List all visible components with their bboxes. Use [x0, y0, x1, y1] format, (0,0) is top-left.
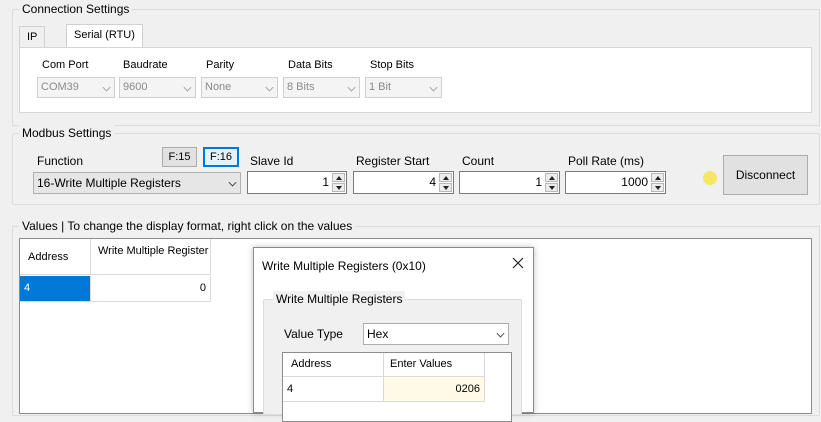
increment-arrow-icon[interactable] [332, 173, 345, 182]
tab-ip-label: IP [27, 31, 38, 43]
column-header-write-multiple-register[interactable]: Write Multiple Register [91, 239, 211, 275]
disconnect-button-label: Disconnect [735, 168, 796, 182]
value-type-label: Value Type [284, 327, 343, 341]
parity-select[interactable]: None [201, 77, 278, 98]
chevron-down-icon [265, 83, 274, 92]
slave-id-stepper[interactable]: 1 [247, 171, 347, 194]
modbus-settings-group: Modbus Settings [12, 125, 820, 205]
count-label: Count [462, 154, 495, 168]
com-port-value: COM39 [41, 81, 79, 93]
register-start-value: 4 [429, 175, 436, 189]
value-type-select[interactable]: Hex [363, 323, 509, 345]
column-header-address[interactable]: Address [20, 239, 91, 275]
tab-serial-rtu-label: Serial (RTU) [74, 29, 135, 41]
parity-label: Parity [206, 59, 235, 71]
decrement-arrow-icon[interactable] [651, 183, 664, 192]
modbus-settings-title: Modbus Settings [19, 125, 115, 141]
dialog-row-address-cell[interactable]: 4 [283, 377, 384, 402]
column-header-write-multiple-register-label: Write Multiple Register [98, 245, 209, 257]
increment-arrow-icon[interactable] [545, 173, 558, 182]
tab-serial-rtu[interactable]: Serial (RTU) [66, 24, 143, 48]
chevron-down-icon [429, 83, 438, 92]
chevron-down-icon [102, 83, 111, 92]
dialog-title: Write Multiple Registers (0x10) [262, 259, 426, 273]
slave-id-value: 1 [322, 175, 329, 189]
poll-rate-value: 1000 [621, 175, 648, 189]
close-icon[interactable] [509, 254, 527, 272]
dialog-column-header-address[interactable]: Address [283, 353, 384, 377]
value-type-value: Hex [367, 327, 389, 341]
decrement-arrow-icon[interactable] [545, 183, 558, 192]
slave-id-label: Slave Id [250, 154, 294, 168]
dialog-group-title: Write Multiple Registers [273, 291, 406, 307]
connection-status-indicator-icon [703, 171, 717, 185]
dialog-row-address-value: 4 [287, 383, 294, 395]
decrement-arrow-icon[interactable] [332, 183, 345, 192]
stop-bits-value: 1 Bit [369, 81, 392, 93]
increment-arrow-icon[interactable] [439, 173, 452, 182]
f15-button[interactable]: F:15 [162, 147, 197, 167]
data-bits-value: 8 Bits [287, 81, 315, 93]
table-row-address-cell[interactable]: 4 [20, 276, 91, 302]
chevron-down-icon [228, 178, 237, 187]
f15-button-label: F:15 [168, 151, 191, 163]
function-value: 16-Write Multiple Registers [37, 176, 181, 190]
parity-value: None [205, 81, 232, 93]
values-title: Values | To change the display format, r… [19, 218, 356, 234]
chevron-down-icon [183, 83, 192, 92]
chevron-down-icon [496, 329, 505, 338]
function-label: Function [37, 154, 84, 168]
connection-settings-title: Connection Settings [19, 1, 133, 17]
baudrate-value: 9600 [123, 81, 148, 93]
poll-rate-stepper[interactable]: 1000 [565, 171, 666, 194]
stop-bits-label: Stop Bits [370, 59, 415, 71]
com-port-label: Com Port [42, 59, 89, 71]
table-row-value-cell[interactable]: 0 [91, 276, 211, 302]
stop-bits-select[interactable]: 1 Bit [365, 77, 442, 98]
dialog-column-header-address-label: Address [291, 358, 332, 370]
data-bits-select[interactable]: 8 Bits [283, 77, 360, 98]
disconnect-button[interactable]: Disconnect [723, 155, 808, 195]
decrement-arrow-icon[interactable] [439, 183, 452, 192]
chevron-down-icon [347, 83, 356, 92]
dialog-row-value: 0206 [455, 383, 480, 395]
register-start-label: Register Start [356, 154, 430, 168]
dialog-column-header-enter-values-label: Enter Values [390, 358, 453, 370]
row-address-value: 4 [24, 282, 31, 294]
poll-rate-label: Poll Rate (ms) [568, 154, 645, 168]
register-start-stepper[interactable]: 4 [353, 171, 454, 194]
dialog-column-header-enter-values[interactable]: Enter Values [384, 353, 485, 377]
count-value: 1 [535, 175, 542, 189]
count-stepper[interactable]: 1 [459, 171, 560, 194]
data-bits-label: Data Bits [288, 59, 333, 71]
column-header-address-label: Address [28, 251, 69, 263]
function-select[interactable]: 16-Write Multiple Registers [33, 172, 241, 194]
f16-button[interactable]: F:16 [203, 147, 239, 167]
write-multiple-registers-dialog: Write Multiple Registers (0x10) Write Mu… [253, 247, 534, 422]
dialog-registers-group: Write Multiple Registers Value Type Hex … [263, 291, 522, 422]
baudrate-select[interactable]: 9600 [119, 77, 196, 98]
increment-arrow-icon[interactable] [651, 173, 664, 182]
com-port-select[interactable]: COM39 [37, 77, 115, 98]
row-register-value: 0 [199, 282, 206, 294]
tab-ip[interactable]: IP [19, 26, 46, 48]
f16-button-label: F:16 [209, 151, 232, 163]
dialog-row-value-input[interactable]: 0206 [384, 377, 485, 402]
baudrate-label: Baudrate [123, 59, 168, 71]
